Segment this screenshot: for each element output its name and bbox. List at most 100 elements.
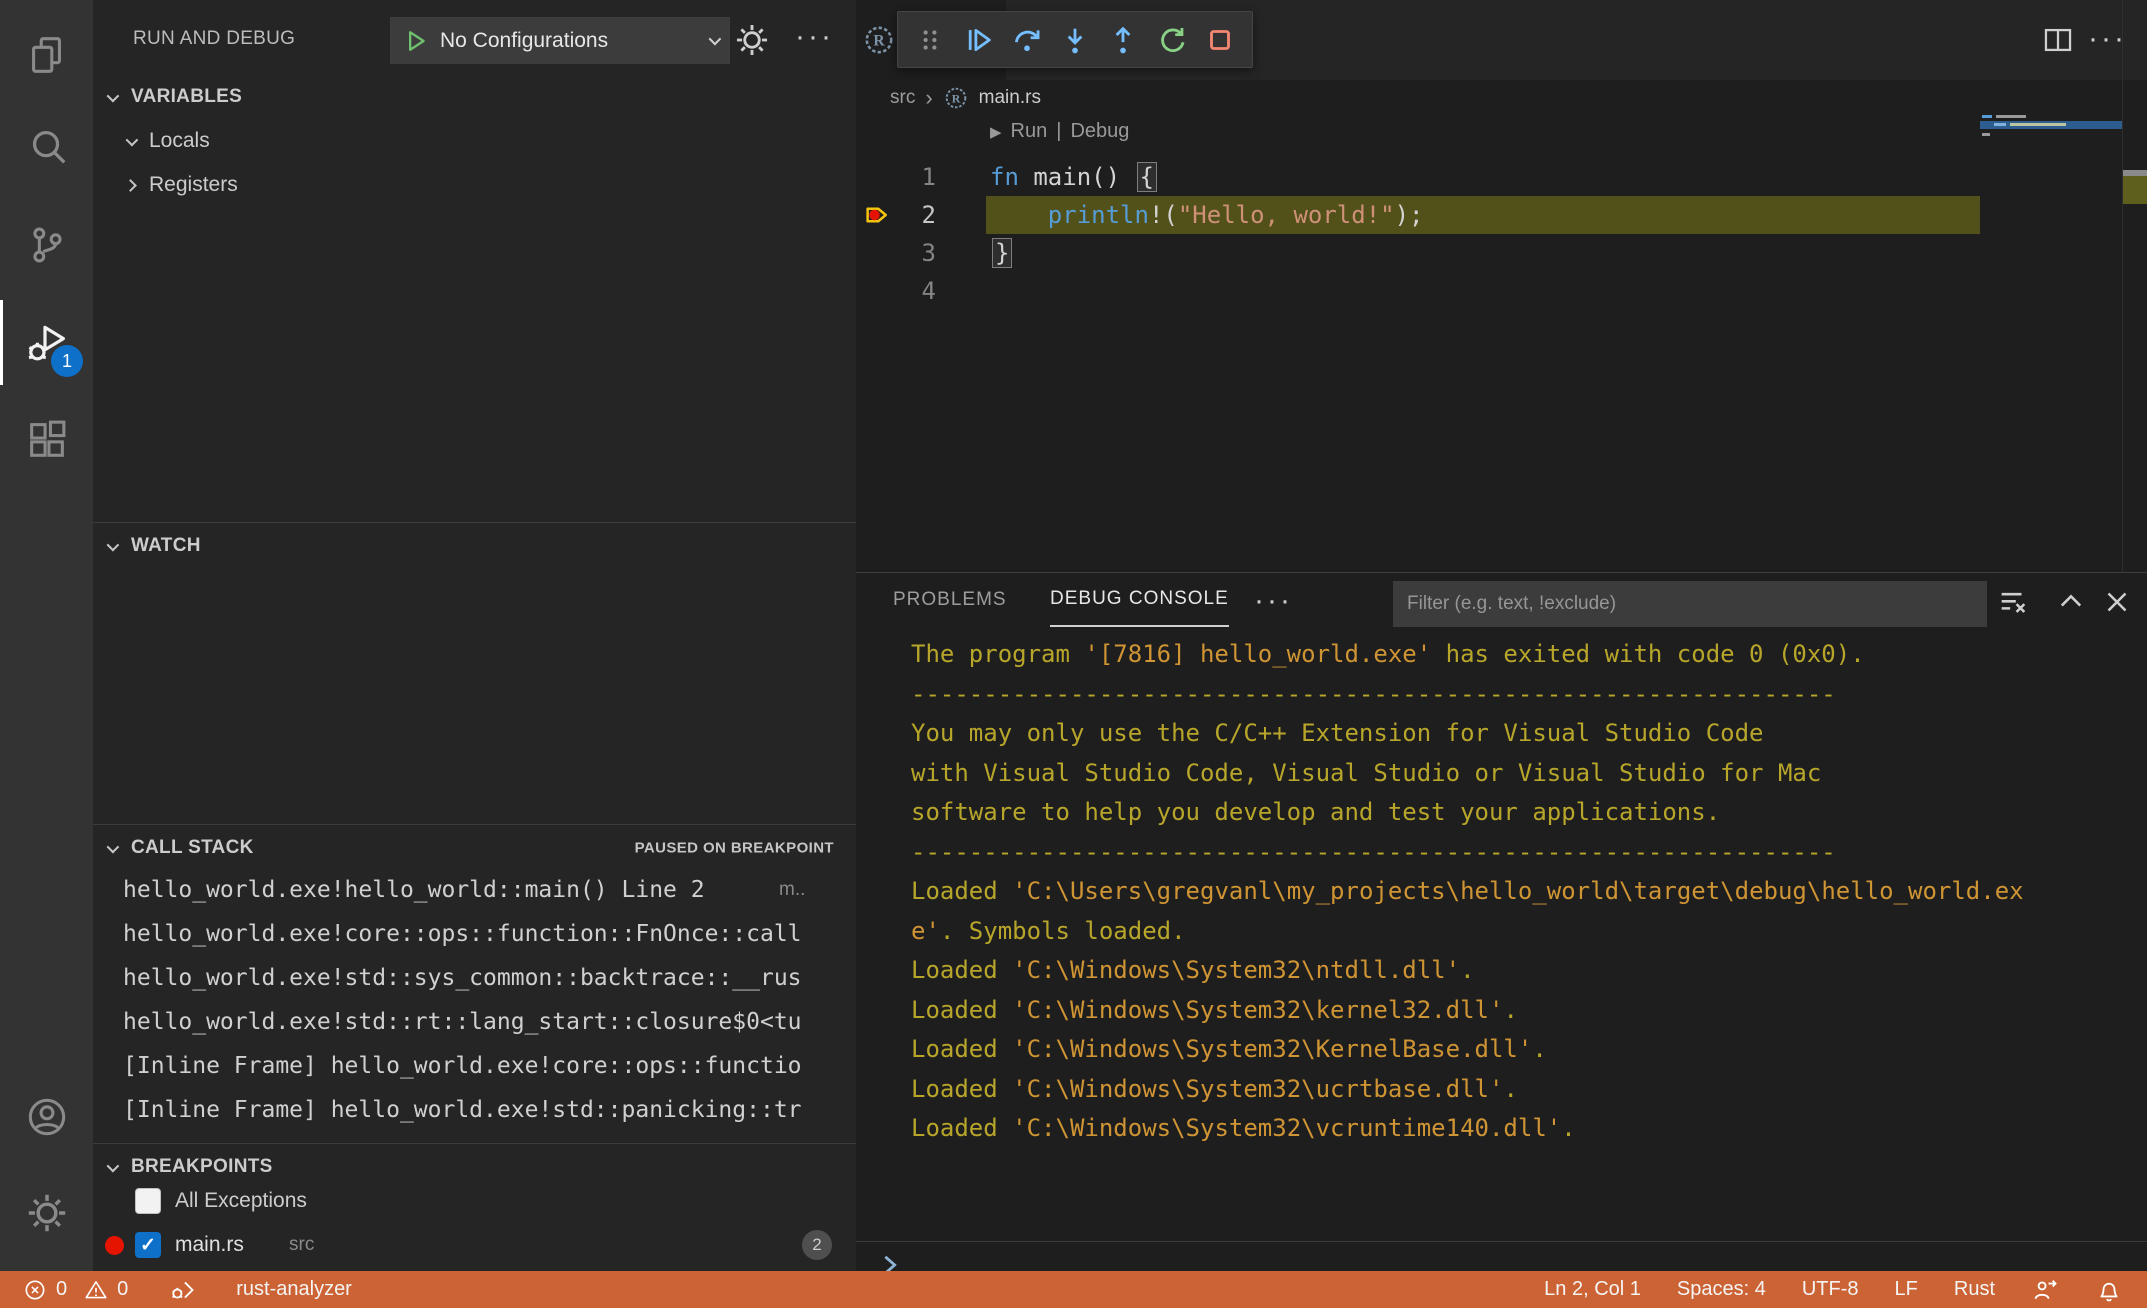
console-line: Loaded 'C:\Windows\System32\kernel32.dll… xyxy=(911,991,2137,1031)
section-header-watch[interactable]: WATCH xyxy=(93,524,856,568)
config-dropdown-label: No Configurations xyxy=(440,29,699,53)
console-filter-input[interactable] xyxy=(1393,581,1987,627)
variables-label: VARIABLES xyxy=(131,86,242,108)
chevron-up-icon xyxy=(2054,585,2088,619)
sidebar-item-source-control[interactable] xyxy=(0,198,93,291)
stack-frame[interactable]: hello_world.exe!std::sys_common::backtra… xyxy=(93,956,856,1000)
activity-bar: 1 xyxy=(0,0,93,1271)
clear-console-icon xyxy=(1996,585,2030,619)
section-header-call-stack[interactable]: CALL STACK PAUSED ON BREAKPOINT xyxy=(93,826,856,870)
step-out-icon xyxy=(1106,23,1140,57)
eol-status[interactable]: LF xyxy=(1895,1278,1918,1301)
continue-button[interactable] xyxy=(956,18,1000,62)
section-divider xyxy=(93,1143,856,1144)
sidebar-more-actions-button[interactable]: ··· xyxy=(795,22,834,52)
breakpoint-row-all-exceptions[interactable]: All Exceptions xyxy=(93,1179,856,1223)
close-icon xyxy=(2100,585,2134,619)
settings-button[interactable] xyxy=(0,1166,93,1259)
breadcrumb-folder[interactable]: src xyxy=(890,87,915,109)
close-panel-button[interactable] xyxy=(2100,585,2134,619)
explorer-icon xyxy=(24,32,70,78)
tab-debug-console[interactable]: DEBUG CONSOLE xyxy=(1050,573,1229,627)
feedback-person-icon xyxy=(2031,1276,2059,1304)
panel-more-actions-button[interactable]: ··· xyxy=(1254,586,1293,616)
maximize-panel-button[interactable] xyxy=(2054,585,2088,619)
console-line: Loaded 'C:\Windows\System32\KernelBase.d… xyxy=(911,1030,2137,1070)
debug-settings-gear-button[interactable] xyxy=(733,21,771,59)
clear-console-button[interactable] xyxy=(1996,585,2030,619)
notifications-button[interactable] xyxy=(2095,1276,2123,1304)
registers-label: Registers xyxy=(149,173,238,197)
debug-config-dropdown[interactable]: No Configurations xyxy=(390,17,730,64)
all-exceptions-checkbox[interactable] xyxy=(135,1188,161,1214)
console-line: e'. Symbols loaded. xyxy=(911,912,2137,952)
breadcrumb-file[interactable]: main.rs xyxy=(979,87,1041,109)
sidebar-item-search[interactable] xyxy=(0,100,93,193)
codelens-run-link[interactable]: Run xyxy=(1011,120,1048,143)
codelens-debug-link[interactable]: Debug xyxy=(1070,120,1129,143)
chevron-down-icon xyxy=(709,33,722,46)
console-line: Loaded 'C:\Windows\System32\ntdll.dll'. xyxy=(911,951,2137,991)
stack-frame[interactable]: hello_world.exe!core::ops::function::FnO… xyxy=(93,912,856,956)
step-into-button[interactable] xyxy=(1053,18,1097,62)
sidebar-item-explorer[interactable] xyxy=(0,8,93,101)
line-number: 4 xyxy=(886,272,936,310)
sidebar-item-run-and-debug[interactable]: 1 xyxy=(0,296,93,389)
debug-toolbar xyxy=(897,11,1253,68)
console-line: The program '[7816] hello_world.exe' has… xyxy=(911,635,2137,675)
breakpoint-count-badge: 2 xyxy=(802,1230,832,1260)
toolbar-drag-handle[interactable] xyxy=(908,18,952,62)
start-debug-icon xyxy=(402,27,430,55)
console-line: You may only use the C/C++ Extension for… xyxy=(911,714,2137,754)
sidebar-item-extensions[interactable] xyxy=(0,392,93,485)
debug-count-badge: 1 xyxy=(51,345,83,377)
accounts-icon xyxy=(24,1094,70,1140)
main-rs-breakpoint-checkbox[interactable]: ✓ xyxy=(135,1232,161,1258)
stop-button[interactable] xyxy=(1198,18,1242,62)
feedback-button[interactable] xyxy=(2031,1276,2059,1304)
breakpoint-row-main-rs[interactable]: ✓ main.rs src 2 xyxy=(93,1223,856,1267)
line-number: 3 xyxy=(886,234,936,272)
chevron-right-icon xyxy=(124,179,137,192)
stack-frame[interactable]: [Inline Frame] hello_world.exe!core::ops… xyxy=(93,1044,856,1088)
tree-item-registers[interactable]: Registers xyxy=(93,163,856,207)
code-line-3: 3 } xyxy=(856,234,1977,272)
continue-icon xyxy=(961,23,995,57)
code-line-1: 1 fn main() { xyxy=(856,158,1977,196)
console-line: software to help you develop and test yo… xyxy=(911,793,2137,833)
step-over-button[interactable] xyxy=(1005,18,1049,62)
drag-handle-icon xyxy=(915,25,945,55)
minimap-current-line xyxy=(1980,121,2122,129)
rust-file-icon: R xyxy=(862,23,896,57)
tree-item-locals[interactable]: Locals xyxy=(93,119,856,163)
minimap-line xyxy=(1996,115,2026,118)
console-line: ----------------------------------------… xyxy=(911,833,2137,873)
language-server-status[interactable]: rust-analyzer xyxy=(236,1278,352,1301)
chevron-down-icon xyxy=(107,1159,120,1172)
encoding-status[interactable]: UTF-8 xyxy=(1802,1278,1859,1301)
stack-frame[interactable]: hello_world.exe!hello_world::main() Line… xyxy=(93,868,856,912)
minimap[interactable] xyxy=(1980,85,2122,215)
restart-button[interactable] xyxy=(1150,18,1194,62)
cursor-position-status[interactable]: Ln 2, Col 1 xyxy=(1544,1278,1641,1301)
problems-status[interactable]: 0 0 xyxy=(22,1277,128,1303)
sidebar-title: RUN AND DEBUG xyxy=(133,28,295,50)
language-mode-status[interactable]: Rust xyxy=(1954,1278,1995,1301)
debug-status-icon xyxy=(168,1276,196,1304)
split-editor-button[interactable] xyxy=(2041,23,2075,57)
tab-problems[interactable]: PROBLEMS xyxy=(893,573,1007,627)
chevron-right-icon: › xyxy=(925,85,932,111)
extensions-icon xyxy=(24,416,70,462)
section-header-variables[interactable]: VARIABLES xyxy=(93,75,856,119)
chevron-down-icon xyxy=(107,538,120,551)
console-line: with Visual Studio Code, Visual Studio o… xyxy=(911,754,2137,794)
accounts-button[interactable] xyxy=(0,1070,93,1163)
codelens-separator: | xyxy=(1056,120,1061,143)
call-stack-list: hello_world.exe!hello_world::main() Line… xyxy=(93,868,856,1132)
section-divider xyxy=(93,824,856,825)
stack-frame[interactable]: [Inline Frame] hello_world.exe!std::pani… xyxy=(93,1088,856,1132)
stack-frame[interactable]: hello_world.exe!std::rt::lang_start::clo… xyxy=(93,1000,856,1044)
debug-status-button[interactable] xyxy=(168,1276,196,1304)
step-out-button[interactable] xyxy=(1101,18,1145,62)
indentation-status[interactable]: Spaces: 4 xyxy=(1677,1278,1766,1301)
